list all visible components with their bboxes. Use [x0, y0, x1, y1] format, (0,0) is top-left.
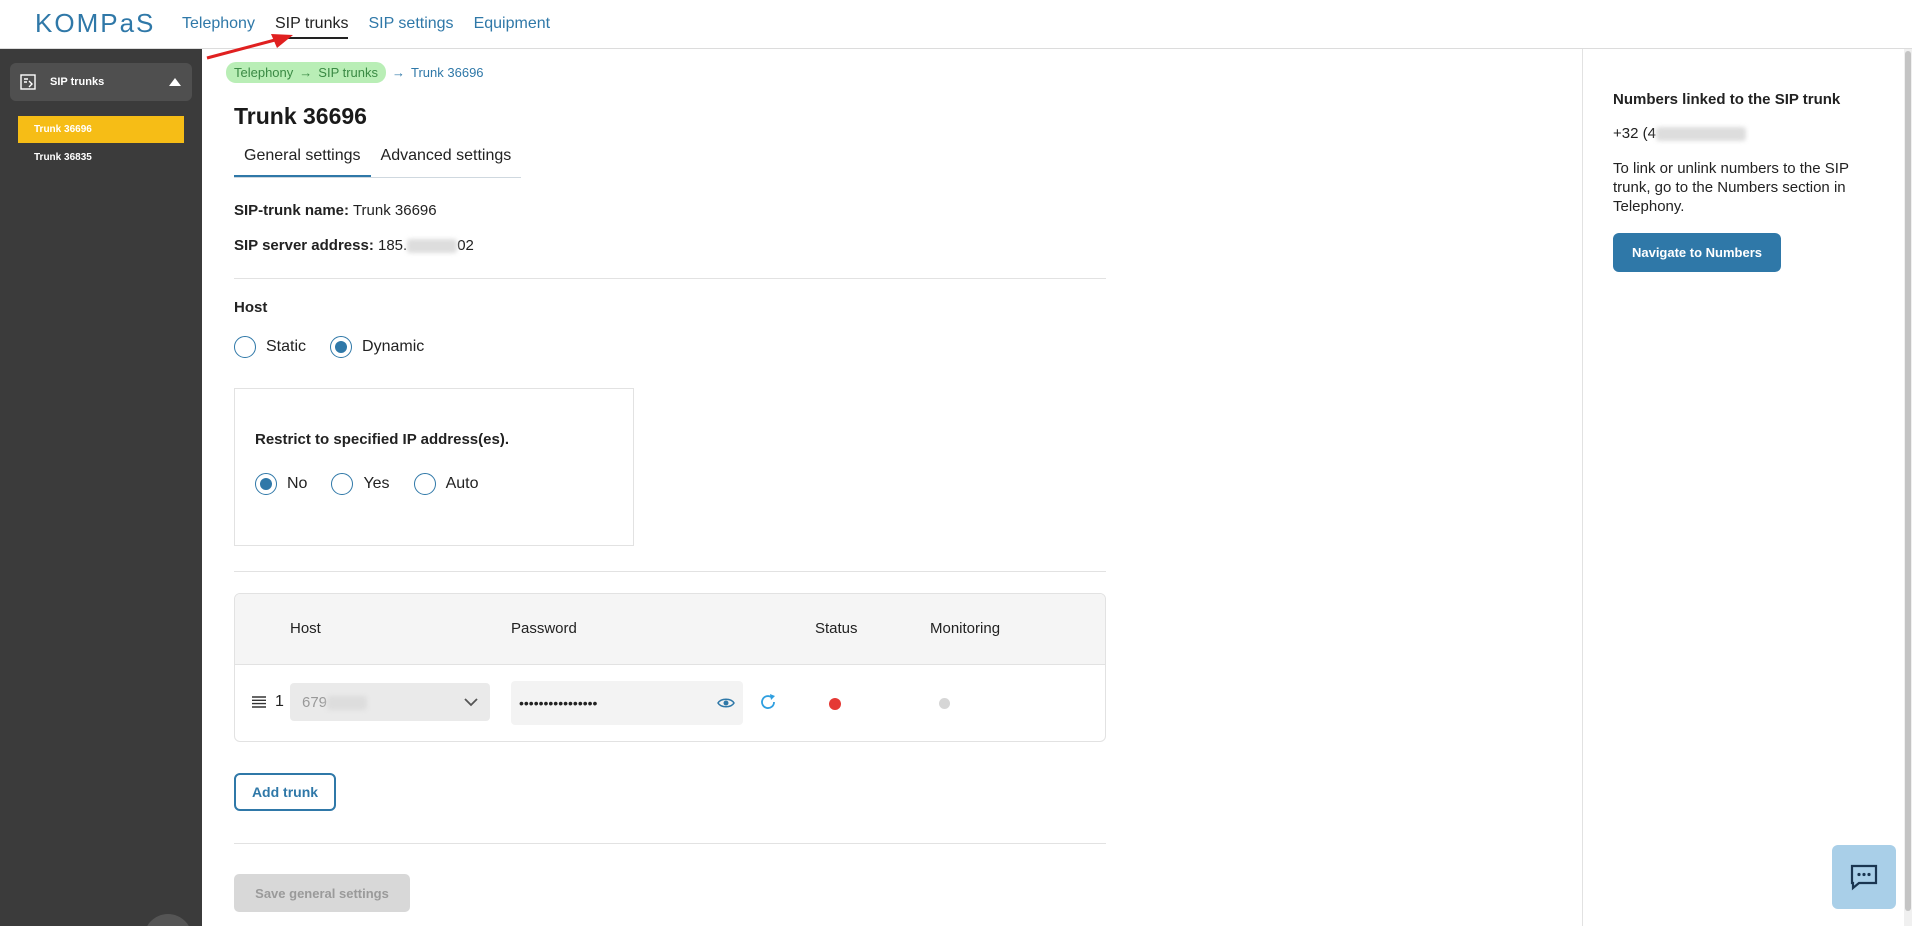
restrict-ip-label: Restrict to specified IP address(es). — [255, 431, 509, 448]
host-label: Host — [234, 299, 268, 316]
chat-button[interactable] — [1832, 845, 1896, 909]
chat-icon — [1850, 864, 1878, 891]
radio-circle — [234, 336, 256, 358]
radio-dynamic[interactable]: Dynamic — [330, 336, 424, 358]
sip-trunk-name-line: SIP-trunk name: Trunk 36696 — [234, 202, 437, 219]
trunk-icon — [20, 74, 36, 90]
radio-circle — [413, 473, 436, 495]
nav-equipment[interactable]: Equipment — [474, 15, 551, 39]
radio-circle — [331, 473, 354, 495]
restrict-ip-box: Restrict to specified IP address(es). No… — [234, 388, 634, 546]
column-password: Password — [511, 620, 577, 637]
redacted-block — [1655, 127, 1746, 142]
tabs: General settings Advanced settings — [234, 147, 522, 178]
scrollbar[interactable] — [1904, 49, 1912, 926]
radio-yes-label: Yes — [363, 475, 390, 492]
sip-server-prefix: 185. — [377, 237, 408, 254]
divider — [234, 278, 1106, 279]
radio-circle — [330, 336, 353, 358]
sip-server-suffix: 02 — [457, 237, 474, 254]
sidebar-item-trunk-36696[interactable]: Trunk 36696 — [18, 116, 184, 143]
trunks-table: Host Password Status Monitoring 1 679 ••… — [234, 593, 1106, 742]
restrict-radio-group: No Yes Auto — [255, 473, 478, 495]
phone-prefix: +32 (4 — [1613, 125, 1656, 142]
navigate-to-numbers-button[interactable]: Navigate to Numbers — [1613, 233, 1781, 272]
monitoring-indicator — [939, 698, 950, 709]
right-panel: Numbers linked to the SIP trunk +32 (4 T… — [1582, 49, 1912, 926]
nav-sip-settings[interactable]: SIP settings — [368, 15, 453, 39]
add-trunk-button[interactable]: Add trunk — [234, 773, 336, 811]
host-select[interactable]: 679 — [290, 683, 490, 721]
row-number: 1 — [275, 693, 284, 710]
sidebar: SIP trunks Trunk 36696 Trunk 36835 — [0, 49, 202, 926]
tab-general-settings[interactable]: General settings — [234, 147, 371, 177]
radio-circle — [255, 473, 277, 495]
redacted-block — [407, 239, 458, 254]
radio-static-label: Static — [266, 338, 307, 355]
radio-dot — [260, 478, 272, 490]
sidebar-group-label: SIP trunks — [50, 76, 105, 88]
sidebar-group-sip-trunks[interactable]: SIP trunks — [10, 63, 192, 101]
save-general-settings-button[interactable]: Save general settings — [234, 874, 410, 912]
breadcrumb-sip-trunks[interactable]: SIP trunks — [318, 65, 378, 80]
page-title: Trunk 36696 — [234, 103, 367, 129]
column-host: Host — [290, 620, 321, 637]
table-header: Host Password Status Monitoring — [235, 594, 1105, 665]
sip-server-label: SIP server address: — [234, 237, 374, 254]
breadcrumb-trunk: Trunk 36696 — [411, 65, 484, 80]
host-select-value: 679 — [302, 693, 368, 711]
column-monitoring: Monitoring — [930, 620, 1001, 637]
sidebar-item-trunk-36835[interactable]: Trunk 36835 — [18, 144, 184, 171]
radio-no-label: No — [287, 475, 308, 492]
breadcrumb-current: → Trunk 36696 — [392, 65, 484, 80]
refresh-icon[interactable] — [759, 693, 777, 711]
scrollbar-thumb[interactable] — [1905, 51, 1911, 911]
password-field[interactable]: •••••••••••••••• — [511, 681, 743, 725]
radio-dynamic-label: Dynamic — [362, 338, 425, 355]
kompas-logo[interactable]: KOMPaS — [35, 8, 155, 39]
drag-handle-icon[interactable] — [251, 696, 267, 708]
link-numbers-hint: To link or unlink numbers to the SIP tru… — [1613, 160, 1849, 215]
host-value: 679 — [302, 693, 328, 711]
linked-numbers-title: Numbers linked to the SIP trunk — [1613, 91, 1841, 108]
sip-trunk-name-label: SIP-trunk name: — [234, 202, 350, 219]
collapse-sidebar-button[interactable] — [144, 914, 192, 926]
breadcrumb-telephony[interactable]: Telephony — [234, 65, 293, 80]
table-row: 1 679 •••••••••••••••• — [235, 665, 1105, 741]
arrow-right-icon: → — [392, 65, 406, 80]
chevron-up-icon[interactable] — [168, 77, 182, 87]
divider — [234, 571, 1106, 572]
linked-phone-number: +32 (4 — [1613, 125, 1746, 142]
radio-auto[interactable]: Auto — [413, 473, 479, 495]
host-radio-group: Static Dynamic — [234, 336, 424, 358]
top-bar: KOMPaS Telephony SIP trunks SIP settings… — [0, 0, 1912, 60]
eye-icon[interactable] — [717, 697, 735, 709]
sip-server-address-line: SIP server address: 185. 02 — [234, 237, 474, 254]
radio-no[interactable]: No — [255, 473, 307, 495]
column-status: Status — [815, 620, 858, 637]
main-content: Telephony → SIP trunks → Trunk 36696 Tru… — [202, 49, 1582, 926]
arrow-right-icon: → — [299, 65, 313, 80]
redacted-block — [327, 695, 368, 710]
radio-static[interactable]: Static — [234, 336, 306, 358]
breadcrumb-highlight: Telephony → SIP trunks — [226, 62, 387, 83]
divider — [234, 843, 1106, 844]
radio-dot — [335, 341, 348, 353]
tab-advanced-settings[interactable]: Advanced settings — [371, 147, 522, 177]
radio-auto-label: Auto — [445, 475, 479, 492]
sip-trunk-name-value: Trunk 36696 — [352, 202, 437, 219]
breadcrumb: Telephony → SIP trunks → Trunk 36696 — [226, 62, 484, 83]
chevron-down-icon — [464, 697, 478, 706]
status-indicator — [829, 698, 841, 710]
radio-yes[interactable]: Yes — [331, 473, 390, 495]
password-value: •••••••••••••••• — [519, 695, 598, 711]
